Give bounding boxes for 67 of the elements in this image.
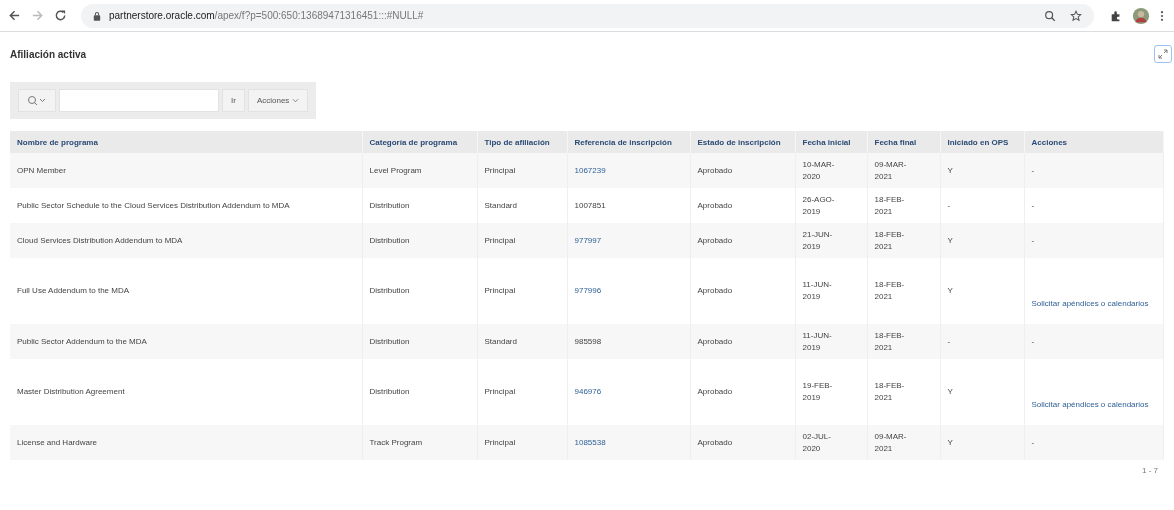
table-cell: Aprobado xyxy=(690,153,795,188)
column-header[interactable]: Referencia de inscripción xyxy=(567,131,690,153)
page-title: Afiliación activa xyxy=(10,48,87,60)
caret-icon xyxy=(292,98,300,103)
table-cell: Standard xyxy=(477,324,567,359)
table-cell: - xyxy=(1031,235,1035,245)
reference-link[interactable]: 977997 xyxy=(567,223,690,258)
reload-icon[interactable] xyxy=(54,9,67,22)
table-cell: Principal xyxy=(477,223,567,258)
table-cell: 985598 xyxy=(567,324,690,359)
avatar-icon[interactable] xyxy=(1132,6,1150,25)
table-cell: Cloud Services Distribution Addendum to MDA xyxy=(10,223,362,258)
table-cell: - xyxy=(1031,165,1035,175)
column-header[interactable]: Fecha final xyxy=(867,131,940,153)
column-header[interactable]: Tipo de afiliación xyxy=(477,131,567,153)
url-text: partnerstore.oracle.com/apex/f?p=500:650:13689471316451:::#NULL# xyxy=(109,10,424,21)
table-cell: Aprobado xyxy=(690,223,795,258)
zoom-icon[interactable] xyxy=(1044,9,1056,22)
search-column-button[interactable] xyxy=(18,89,56,112)
table-cell: Aprobado xyxy=(690,425,795,460)
address-bar[interactable]: partnerstore.oracle.com/apex/f?p=500:650:13689471316451:::#NULL# xyxy=(81,3,1094,28)
table-cell: 18-FEB-2021 xyxy=(867,223,940,258)
table-cell: Distribution xyxy=(362,324,477,359)
table-cell: Aprobado xyxy=(690,324,795,359)
search-icon xyxy=(27,94,47,107)
column-header[interactable]: Estado de inscripción xyxy=(690,131,795,153)
column-header[interactable]: Categoría de programa xyxy=(362,131,477,153)
table-cell: Track Program xyxy=(362,425,477,460)
table-cell: Public Sector Addendum to the MDA xyxy=(10,324,362,359)
table-cell: - xyxy=(1031,437,1035,447)
back-icon[interactable] xyxy=(8,9,21,22)
table-cell: 11-JUN-2019 xyxy=(795,324,867,359)
table-cell: License and Hardware xyxy=(10,425,362,460)
request-link[interactable]: Solicitar apéndices o calendarios xyxy=(1031,298,1156,310)
lock-icon xyxy=(93,10,101,21)
table-cell: Y xyxy=(940,425,1024,460)
reference-link[interactable]: 1067239 xyxy=(567,153,690,188)
table-cell: 09-MAR-2021 xyxy=(867,153,940,188)
column-header[interactable]: Fecha inicial xyxy=(795,131,867,153)
puzzle-icon[interactable] xyxy=(1110,9,1122,22)
actions-button[interactable]: Acciones xyxy=(247,89,309,112)
column-header[interactable]: Acciones xyxy=(1024,131,1164,153)
pagination-text: 1 - 7 xyxy=(1142,466,1158,475)
table-cell: - xyxy=(1031,336,1035,346)
request-link[interactable]: Solicitar apéndices o calendarios xyxy=(1031,399,1156,411)
table-cell: - xyxy=(1031,200,1035,210)
table-cell: 18-FEB-2021 xyxy=(867,324,940,359)
table-cell: - xyxy=(940,324,1024,359)
table-cell: Principal xyxy=(477,153,567,188)
table-cell: Principal xyxy=(477,425,567,460)
table-cell: 10-MAR-2020 xyxy=(795,153,867,188)
table-cell: Level Program xyxy=(362,153,477,188)
table-cell: 02-JUL-2020 xyxy=(795,425,867,460)
menu-icon[interactable] xyxy=(1160,9,1164,22)
table-cell: 09-MAR-2021 xyxy=(867,425,940,460)
star-icon[interactable] xyxy=(1070,9,1082,22)
column-header[interactable]: Iniciado en OPS xyxy=(940,131,1024,153)
table-cell: Y xyxy=(940,153,1024,188)
table-cell: Distribution xyxy=(362,223,477,258)
expand-icon xyxy=(1157,48,1169,60)
table-cell: OPN Member xyxy=(10,153,362,188)
reference-link[interactable]: 1085538 xyxy=(567,425,690,460)
search-field[interactable] xyxy=(59,89,219,112)
column-header[interactable]: Nombre de programa xyxy=(10,131,362,153)
table-cell: 21-JUN-2019 xyxy=(795,223,867,258)
go-button[interactable]: Ir xyxy=(222,89,245,112)
table-cell: Y xyxy=(940,223,1024,258)
